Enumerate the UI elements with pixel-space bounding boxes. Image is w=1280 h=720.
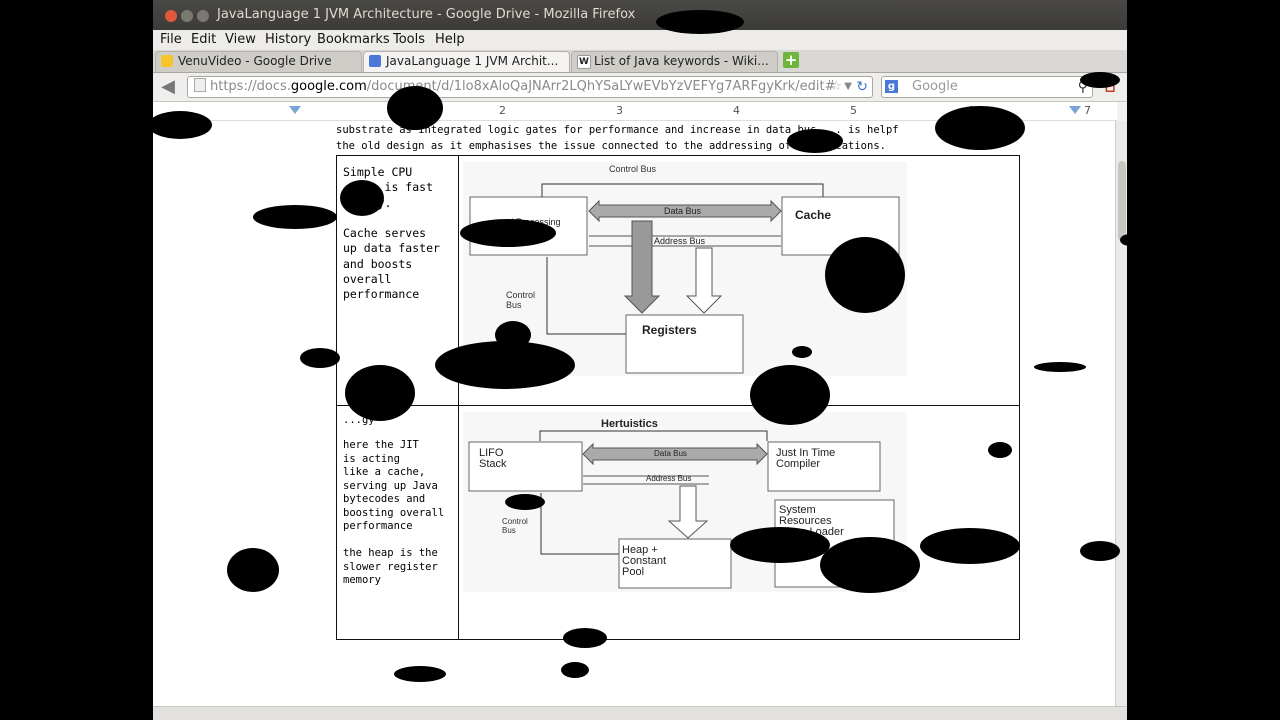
document-ruler: 2 3 4 5 6 7 — [153, 102, 1117, 121]
tab-venuvideo[interactable]: VenuVideo - Google Drive — [155, 51, 362, 72]
horizontal-scrollbar[interactable] — [153, 706, 1127, 720]
control-bus-top-label: Control Bus — [609, 164, 657, 174]
row2-heading: ...gy — [343, 414, 375, 426]
tab-label: List of Java keywords - Wiki... — [594, 54, 769, 68]
ruler-mark: 2 — [499, 104, 506, 117]
url-prefix: https://docs. — [210, 79, 291, 94]
url-bar[interactable]: https://docs.google.com/document/d/1lo8x… — [187, 76, 873, 98]
cpu-label: ...al Processing — [499, 217, 561, 227]
jit-heap-note: here the JIT is acting like a cache, ser… — [343, 439, 445, 586]
ruler-mark: 4 — [733, 104, 740, 117]
cache-box — [781, 196, 900, 256]
vertical-scrollbar[interactable] — [1115, 121, 1127, 706]
title-bar: JavaLanguage 1 JVM Architecture - Google… — [153, 0, 1127, 30]
control-bus-left-label: Bus — [506, 300, 522, 310]
new-tab-button[interactable]: + — [783, 52, 799, 68]
heuristics-label: Hertuistics — [601, 418, 658, 430]
menu-help[interactable]: Help — [435, 32, 465, 47]
docs-icon — [369, 55, 381, 67]
url-dropdown-icon[interactable]: ▼ — [844, 77, 852, 97]
search-box[interactable]: g Google ⚲ — [881, 76, 1093, 98]
jvm-analogy-diagram: Hertuistics LIFO Stack Just In Time Comp… — [463, 412, 907, 592]
url-host: google.com — [290, 79, 367, 94]
maximize-window-icon[interactable] — [197, 10, 209, 22]
browser-window: JavaLanguage 1 JVM Architecture - Google… — [153, 0, 1127, 720]
registers-label: Registers — [642, 323, 697, 337]
menu-tools[interactable]: Tools — [393, 32, 425, 47]
ruler-mark: 3 — [616, 104, 623, 117]
doc-text-line: substrate as integrated logic gates for … — [336, 124, 899, 136]
menu-bookmarks[interactable]: Bookmarks — [317, 32, 390, 47]
doc-table: Simple CPU ...he is fast ...ory. Cache s… — [336, 155, 1020, 640]
heap-label: Pool — [622, 566, 644, 578]
ruler-mark: 7 — [1084, 104, 1091, 117]
control-bus-label: Control — [502, 517, 528, 526]
search-icon[interactable]: ⚲ — [1078, 77, 1088, 97]
cache-label: Cache — [795, 208, 831, 222]
tab-label: JavaLanguage 1 JVM Archit... — [386, 54, 559, 68]
site-identity-icon[interactable] — [194, 78, 206, 92]
minimize-window-icon[interactable] — [181, 10, 193, 22]
menu-file[interactable]: File — [160, 32, 182, 47]
doc-text-line: the old design as it emphasises the issu… — [336, 140, 886, 152]
menu-view[interactable]: View — [225, 32, 256, 47]
data-bus-label: Data Bus — [654, 449, 687, 458]
tab-java-keywords[interactable]: W List of Java keywords - Wiki... — [571, 51, 778, 72]
menu-bar: File Edit View History Bookmarks Tools H… — [153, 30, 1127, 50]
scrollbar-thumb[interactable] — [1118, 161, 1126, 241]
menu-edit[interactable]: Edit — [191, 32, 216, 47]
tab-label: VenuVideo - Google Drive — [178, 54, 332, 68]
system-resources-label: ...ing * — [779, 548, 811, 560]
address-bus-label: Address Bus — [654, 236, 706, 246]
tab-bar: VenuVideo - Google Drive JavaLanguage 1 … — [153, 50, 1127, 73]
bookmark-star-icon[interactable]: ☆ — [830, 77, 842, 97]
reload-icon[interactable]: ↻ — [856, 77, 868, 97]
close-window-icon[interactable] — [165, 10, 177, 22]
cpu-cache-note: Simple CPU ...he is fast ...ory. Cache s… — [343, 165, 440, 302]
home-icon[interactable]: ⌂ — [1099, 76, 1121, 98]
drive-icon — [161, 55, 173, 67]
data-bus-label: Data Bus — [664, 206, 702, 216]
ruler-mark: 5 — [850, 104, 857, 117]
control-bus-label: Bus — [502, 526, 516, 535]
right-indent-marker-icon[interactable] — [1069, 106, 1081, 114]
tab-javalanguage[interactable]: JavaLanguage 1 JVM Archit... — [363, 51, 570, 72]
control-bus-left-label: Control — [506, 290, 535, 300]
navigation-bar: ◀ https://docs.google.com/document/d/1lo… — [153, 73, 1127, 102]
cpu-architecture-diagram: Control Bus ...al Processing Cache Data … — [463, 162, 907, 376]
wikipedia-icon: W — [577, 55, 591, 69]
lifo-label: Stack — [479, 458, 507, 470]
google-search-engine-icon[interactable]: g — [885, 80, 898, 93]
url-path: /document/d/1lo8xAloQaJNArr2LQhYSaLYwEVb… — [366, 79, 836, 94]
address-bus-label: Address Bus — [646, 474, 691, 483]
indent-marker-icon[interactable] — [289, 106, 301, 114]
ruler-mark: 6 — [967, 104, 974, 117]
search-placeholder: Google — [912, 79, 958, 94]
back-button[interactable]: ◀ — [157, 76, 179, 98]
menu-history[interactable]: History — [265, 32, 311, 47]
window-title: JavaLanguage 1 JVM Architecture - Google… — [217, 7, 636, 22]
document-page[interactable]: substrate as integrated logic gates for … — [153, 121, 1115, 706]
jit-label: Compiler — [776, 458, 820, 470]
